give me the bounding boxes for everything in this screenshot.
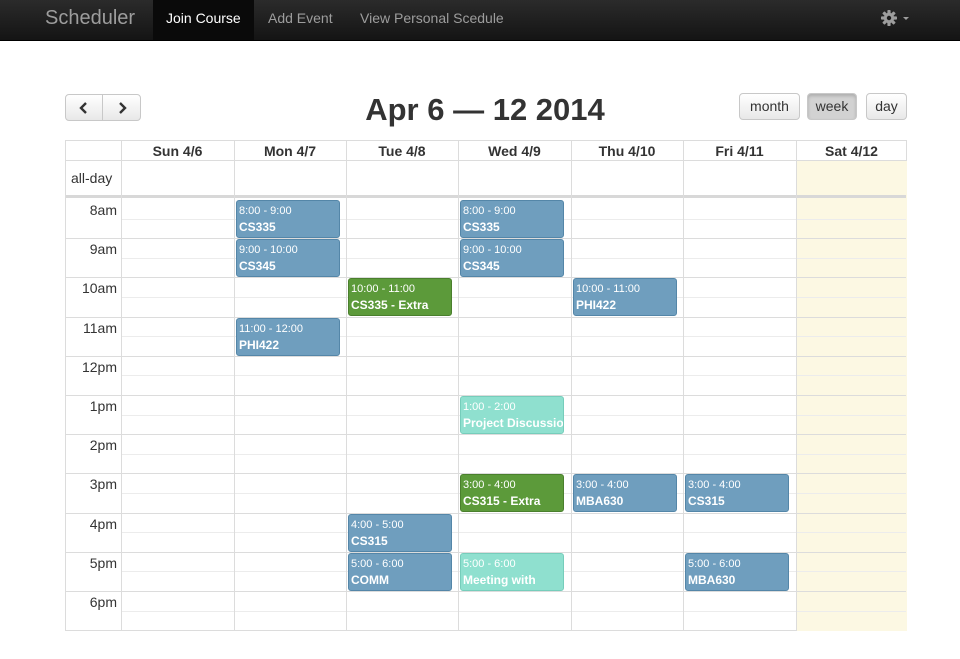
day-header-tue: Tue 4/8 <box>378 143 426 159</box>
hour-label: 4pm <box>89 516 117 532</box>
calendar-event[interactable]: 3:00 - 4:00 CS315 <box>685 474 789 512</box>
event-time: 5:00 - 6:00 <box>688 558 741 570</box>
event-time: 5:00 - 6:00 <box>463 558 516 570</box>
calendar-title: Apr 6 — 12 2014 <box>365 92 605 127</box>
hour-label: 1pm <box>89 398 117 414</box>
calendar-event[interactable]: 10:00 - 11:00 PHI422 <box>573 278 677 316</box>
hour-label: 9am <box>89 241 117 257</box>
hour-label: 12pm <box>81 359 117 375</box>
prev-week-button[interactable] <box>65 94 103 121</box>
week-view-button[interactable]: week <box>807 93 857 120</box>
event-time: 11:00 - 12:00 <box>239 323 304 335</box>
calendar-event[interactable]: 4:00 - 5:00 CS315 <box>348 514 452 552</box>
calendar-event[interactable]: 3:00 - 4:00 MBA630 <box>573 474 677 512</box>
event-time: 4:00 - 5:00 <box>351 519 404 531</box>
chevron-left-icon <box>79 102 87 114</box>
event-time: 1:00 - 2:00 <box>463 401 516 413</box>
next-week-button[interactable] <box>102 94 141 121</box>
event-title: CS345 <box>239 259 276 273</box>
event-title: COMM <box>351 573 389 587</box>
event-time: 3:00 - 4:00 <box>576 479 629 491</box>
brand-link[interactable]: Scheduler <box>45 7 135 30</box>
navbar: Scheduler Join Course Add Event View Per… <box>0 0 960 41</box>
hour-label: 8am <box>89 202 117 218</box>
day-view-button[interactable]: day <box>866 93 907 120</box>
event-time: 9:00 - 10:00 <box>463 244 522 256</box>
chevron-right-icon <box>118 102 127 114</box>
calendar-event[interactable]: 8:00 - 9:00 CS335 <box>460 200 564 238</box>
nav-add-event[interactable]: Add Event <box>268 0 333 40</box>
week-calendar-grid: Sun 4/6 Mon 4/7 Tue 4/8 Wed 4/9 Thu 4/10… <box>65 140 907 631</box>
event-time: 9:00 - 10:00 <box>239 244 298 256</box>
calendar-event[interactable]: 3:00 - 4:00 CS315 - Extra <box>460 474 564 512</box>
event-title: CS345 <box>463 259 500 273</box>
event-title: CS315 <box>688 494 725 508</box>
day-header-sat: Sat 4/12 <box>825 143 878 159</box>
event-title: CS335 <box>239 220 276 234</box>
event-time: 3:00 - 4:00 <box>463 479 516 491</box>
hour-label: 2pm <box>89 437 117 453</box>
event-title: CS335 - Extra <box>351 298 429 312</box>
day-header-sun: Sun 4/6 <box>152 143 203 159</box>
hour-label: 5pm <box>89 555 117 571</box>
calendar-event[interactable]: 9:00 - 10:00 CS345 <box>236 239 340 277</box>
event-title: CS315 <box>351 534 388 548</box>
event-time: 8:00 - 9:00 <box>239 205 292 217</box>
event-time: 10:00 - 11:00 <box>351 283 416 295</box>
calendar-event[interactable]: 9:00 - 10:00 CS345 <box>460 239 564 277</box>
hour-label: 6pm <box>89 594 117 610</box>
event-time: 3:00 - 4:00 <box>688 479 741 491</box>
today-column-highlight <box>796 161 907 631</box>
event-time: 5:00 - 6:00 <box>351 558 404 570</box>
event-title: CS335 <box>463 220 500 234</box>
hour-label: 10am <box>81 280 117 296</box>
gear-icon <box>881 10 909 26</box>
settings-dropdown[interactable] <box>880 8 914 30</box>
hour-label: 3pm <box>89 476 117 492</box>
event-title: Project Discussion <box>463 416 564 430</box>
calendar-event[interactable]: 11:00 - 12:00 PHI422 <box>236 318 340 356</box>
calendar-event[interactable]: 10:00 - 11:00 CS335 - Extra <box>348 278 452 316</box>
event-time: 8:00 - 9:00 <box>463 205 516 217</box>
calendar-event[interactable]: 5:00 - 6:00 Meeting with <box>460 553 564 591</box>
caret-down-icon <box>903 17 909 20</box>
event-title: MBA630 <box>576 494 624 508</box>
event-title: PHI422 <box>576 298 617 312</box>
calendar-event[interactable]: 1:00 - 2:00 Project Discussion <box>460 396 564 434</box>
month-view-button[interactable]: month <box>739 93 800 120</box>
day-header-mon: Mon 4/7 <box>263 143 317 159</box>
event-title: MBA630 <box>688 573 736 587</box>
event-title: PHI422 <box>239 338 280 352</box>
calendar-event[interactable]: 8:00 - 9:00 CS335 <box>236 200 340 238</box>
calendar-event[interactable]: 5:00 - 6:00 COMM <box>348 553 452 591</box>
day-header-fri: Fri 4/11 <box>715 143 764 159</box>
nav-join-course[interactable]: Join Course <box>153 0 254 40</box>
event-title: CS315 - Extra <box>463 494 541 508</box>
nav-view-personal-schedule[interactable]: View Personal Scedule <box>360 0 504 40</box>
day-header-wed: Wed 4/9 <box>488 143 541 159</box>
calendar-event[interactable]: 5:00 - 6:00 MBA630 <box>685 553 789 591</box>
allday-label: all-day <box>71 170 113 186</box>
event-title: Meeting with <box>463 573 536 587</box>
event-time: 10:00 - 11:00 <box>576 283 641 295</box>
hour-label: 11am <box>83 320 117 336</box>
day-header-thu: Thu 4/10 <box>598 143 656 159</box>
